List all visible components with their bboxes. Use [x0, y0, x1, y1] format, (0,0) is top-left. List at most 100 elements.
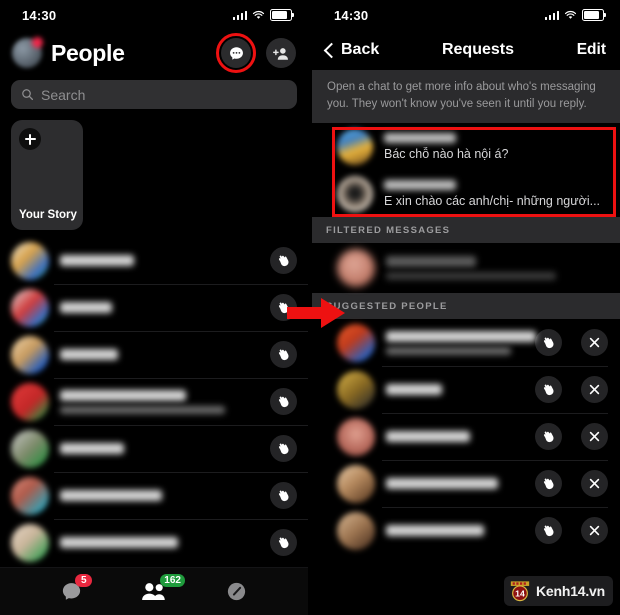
tab-discover-tab[interactable]: [214, 575, 260, 609]
wave-button[interactable]: [270, 482, 297, 509]
status-indicators: [232, 9, 294, 21]
filtered-messages-list: [312, 243, 620, 293]
plus-icon: [19, 128, 41, 150]
dismiss-button[interactable]: [581, 423, 608, 451]
avatar: [11, 382, 49, 421]
add-person-button[interactable]: [266, 38, 296, 68]
avatar: [11, 241, 49, 280]
suggested-people-list: [312, 319, 620, 554]
close-icon: [589, 479, 600, 489]
search-input[interactable]: Search: [11, 80, 297, 109]
add-person-icon: [272, 47, 288, 60]
filtered-message-row[interactable]: [312, 243, 620, 293]
avatar: [11, 429, 49, 468]
contact-meta: [60, 302, 259, 313]
dismiss-button[interactable]: [581, 329, 608, 357]
page-title: Requests: [441, 41, 514, 58]
kenh14-logo-icon: 14: [509, 580, 531, 602]
suggested-person-row[interactable]: [312, 366, 620, 413]
avatar[interactable]: [12, 37, 43, 68]
tab-chats-tab[interactable]: 5: [48, 573, 94, 609]
wave-button[interactable]: [535, 517, 562, 545]
wave-button[interactable]: [535, 376, 562, 404]
wave-button[interactable]: [270, 388, 297, 415]
suggested-person-subtitle: [386, 346, 511, 355]
battery-icon: [582, 9, 606, 21]
wave-button[interactable]: [270, 341, 297, 368]
request-row[interactable]: Bác chỗ nào hà nội á?: [312, 123, 620, 170]
edit-button[interactable]: Edit: [577, 41, 606, 59]
chat-bubble-icon: [229, 46, 243, 60]
suggested-meta: [386, 478, 524, 490]
wave-button[interactable]: [270, 247, 297, 274]
avatar: [337, 249, 375, 288]
dismiss-button[interactable]: [581, 517, 608, 545]
contact-subtitle: [60, 405, 225, 414]
signal-bars-icon: [232, 10, 247, 20]
suggested-person-name: [386, 478, 498, 490]
contact-name: [60, 389, 186, 401]
right-phone-panel: 14:30 Back Requests Edit Open a chat to …: [312, 0, 620, 615]
red-right-arrow: [287, 298, 345, 328]
your-story-card[interactable]: Your Story: [11, 120, 83, 230]
contact-row[interactable]: [0, 284, 308, 331]
suggested-meta: [386, 431, 524, 443]
chevron-left-icon: [323, 42, 340, 58]
filtered-sender-name: [386, 256, 476, 268]
wave-hand-icon: [543, 525, 554, 537]
dismiss-button[interactable]: [581, 470, 608, 498]
contact-row[interactable]: [0, 378, 308, 425]
wave-button[interactable]: [535, 423, 562, 451]
wave-button[interactable]: [535, 470, 562, 498]
contact-row[interactable]: [0, 425, 308, 472]
wave-hand-icon: [278, 349, 289, 361]
wave-button[interactable]: [535, 329, 562, 357]
contact-meta: [60, 349, 259, 360]
back-button-label: Back: [341, 41, 380, 58]
wifi-icon: [252, 10, 265, 19]
chat-bubble-button[interactable]: [216, 33, 256, 73]
wave-button[interactable]: [270, 435, 297, 462]
avatar: [11, 335, 49, 374]
wave-button[interactable]: [270, 529, 297, 556]
wave-hand-icon: [278, 396, 289, 408]
request-sender-name: [384, 179, 456, 190]
search-container: Search: [0, 76, 308, 117]
avatar: [11, 288, 49, 327]
suggested-person-name: [386, 525, 484, 537]
contact-row[interactable]: [0, 237, 308, 284]
dismiss-button[interactable]: [581, 376, 608, 404]
back-button[interactable]: Back: [323, 41, 380, 59]
filtered-meta: [386, 256, 608, 281]
suggested-person-row[interactable]: [312, 460, 620, 507]
contact-meta: [60, 389, 259, 414]
close-icon: [589, 432, 600, 442]
suggested-person-name: [386, 384, 442, 396]
avatar: [337, 464, 375, 503]
search-icon: [22, 89, 34, 101]
suggested-person-row[interactable]: [312, 319, 620, 366]
tab-badge: 5: [75, 573, 93, 587]
avatar: [337, 511, 375, 550]
request-row[interactable]: E xin chào các anh/chị- những người...: [312, 170, 620, 217]
page-title: People: [51, 39, 125, 66]
contact-name: [60, 443, 124, 454]
request-sender-name: [384, 132, 456, 143]
wave-hand-icon: [278, 490, 289, 502]
wave-hand-icon: [543, 337, 554, 349]
avatar: [337, 175, 373, 212]
screenshot-root: 14:30 People Search Your Story 5 162 14:…: [0, 0, 620, 615]
contact-row[interactable]: [0, 331, 308, 378]
status-indicators: [544, 9, 606, 21]
contact-row[interactable]: [0, 472, 308, 519]
request-message: Bác chỗ nào hà nội á?: [384, 146, 509, 161]
wave-hand-icon: [543, 431, 554, 443]
suggested-person-row[interactable]: [312, 507, 620, 554]
suggested-person-row[interactable]: [312, 413, 620, 460]
contact-row[interactable]: [0, 519, 308, 566]
request-meta: E xin chào các anh/chị- những người...: [384, 179, 608, 208]
contact-meta: [60, 443, 259, 454]
status-time: 14:30: [22, 7, 57, 23]
tab-people-tab[interactable]: 162: [131, 573, 185, 609]
your-story-label: Your Story: [19, 209, 77, 221]
